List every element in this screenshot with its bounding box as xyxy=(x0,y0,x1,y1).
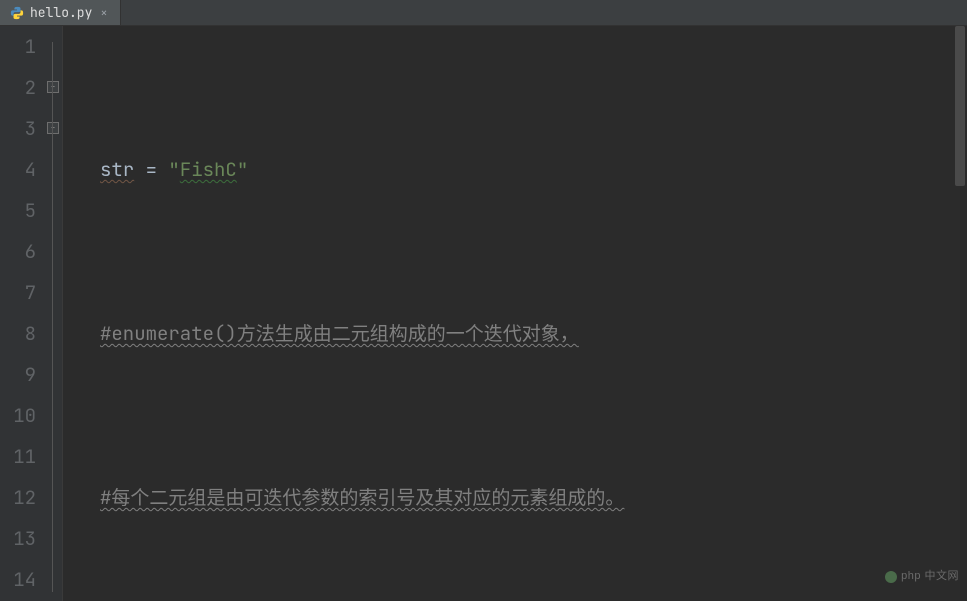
vertical-scrollbar[interactable] xyxy=(955,26,965,601)
line-number: 1 xyxy=(0,26,36,67)
line-number: 9 xyxy=(0,354,36,395)
fold-marker[interactable]: − xyxy=(47,122,59,134)
line-number: 4 xyxy=(0,149,36,190)
line-number: 5 xyxy=(0,190,36,231)
fold-guide-line xyxy=(52,42,53,592)
code-area[interactable]: str = "FishC" #enumerate()方法生成由二元组构成的一个迭… xyxy=(98,26,967,601)
line-number: 10 xyxy=(0,395,36,436)
code-line[interactable]: #每个二元组是由可迭代参数的索引号及其对应的元素组成的。 xyxy=(98,477,967,518)
line-number: 8 xyxy=(0,313,36,354)
python-file-icon xyxy=(10,6,24,20)
php-icon xyxy=(885,571,897,583)
line-number: 7 xyxy=(0,272,36,313)
tab-hello-py[interactable]: hello.py × xyxy=(0,0,121,25)
line-number-gutter: 1 2 3 4 5 6 7 8 9 10 11 12 13 14 xyxy=(0,26,44,601)
line-number: 14 xyxy=(0,559,36,600)
close-icon[interactable]: × xyxy=(98,5,109,21)
code-editor[interactable]: 1 2 3 4 5 6 7 8 9 10 11 12 13 14 − − str… xyxy=(0,26,967,601)
line-number: 13 xyxy=(0,518,36,559)
fold-marker[interactable]: − xyxy=(47,81,59,93)
watermark-text: php 中文网 xyxy=(901,556,959,597)
fold-gutter: − − xyxy=(44,26,62,601)
line-number: 3 xyxy=(0,108,36,149)
line-number: 2 xyxy=(0,67,36,108)
line-number: 11 xyxy=(0,436,36,477)
scrollbar-thumb[interactable] xyxy=(955,26,965,186)
tab-bar: hello.py × xyxy=(0,0,967,26)
gutter-gap xyxy=(62,26,98,601)
code-line[interactable]: str = "FishC" xyxy=(98,149,967,190)
watermark: php 中文网 xyxy=(885,556,959,597)
tab-filename: hello.py xyxy=(30,4,92,21)
line-number: 12 xyxy=(0,477,36,518)
code-line[interactable]: #enumerate()方法生成由二元组构成的一个迭代对象， xyxy=(98,313,967,354)
line-number: 6 xyxy=(0,231,36,272)
